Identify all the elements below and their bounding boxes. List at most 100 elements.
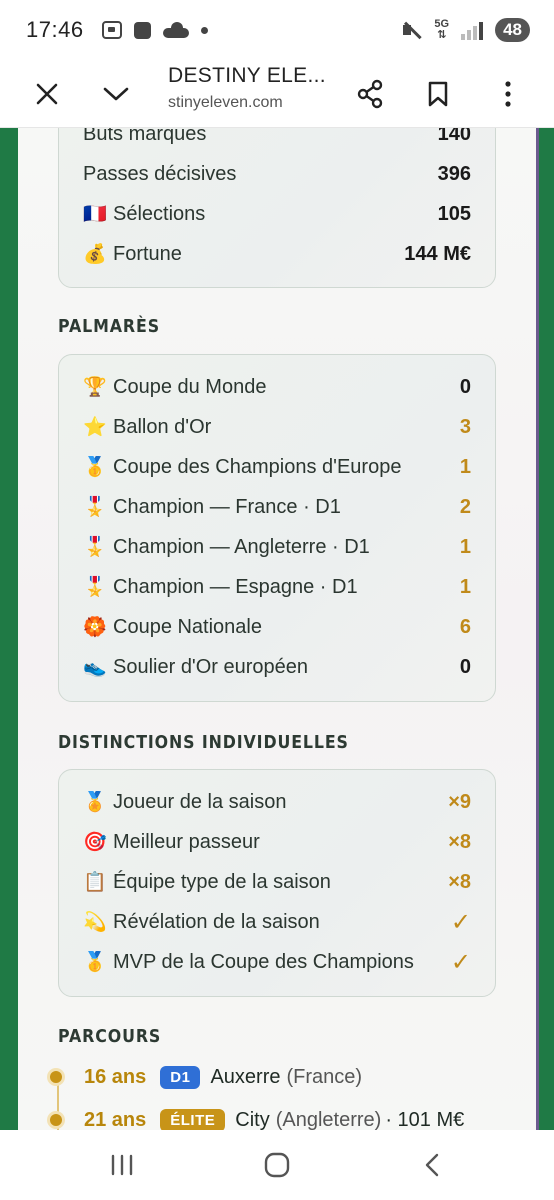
distinction-row: 📋 Équipe type de la saison ×8 (83, 862, 471, 902)
palmares-row: ⭐ Ballon d'Or 3 (83, 407, 471, 447)
stat-label: Buts marqués (83, 128, 207, 145)
navigation-bar (0, 1130, 554, 1200)
club-name: City (235, 1108, 270, 1131)
stat-value: 105 (437, 202, 471, 225)
distinction-row: 🏅 Joueur de la saison ×9 (83, 782, 471, 822)
transfer-fee: · 101 M€ (385, 1108, 465, 1131)
back-button[interactable] (412, 1150, 452, 1180)
share-icon (357, 79, 383, 109)
trophy-icon: 🏆 (83, 377, 107, 398)
status-time: 17:46 (26, 17, 84, 42)
palmares-label: Ballon d'Or (113, 415, 212, 438)
rosette-icon: 🏵️ (83, 617, 107, 638)
clipboard-icon: 📋 (83, 872, 107, 893)
money-bag-icon: 💰 (83, 244, 107, 265)
shoe-icon: 👟 (83, 657, 107, 678)
palmares-row: 🏵️ Coupe Nationale 6 (83, 607, 471, 647)
recent-apps-button[interactable] (102, 1150, 142, 1180)
palmares-row: 🥇 Coupe des Champions d'Europe 1 (83, 447, 471, 487)
close-icon (36, 83, 58, 105)
screenshot-icon (101, 21, 122, 39)
battery-indicator: 48 (495, 18, 530, 42)
palmares-value: 1 (459, 455, 471, 478)
military-medal-icon: 🎖️ (83, 537, 107, 558)
bookmark-icon (428, 81, 448, 107)
bookmark-button[interactable] (418, 74, 458, 114)
parcours-entry: 21 ans ÉLITE City (Angleterre) · 101 M€ (50, 1103, 464, 1130)
distinction-row: 🎯 Meilleur passeur ×8 (83, 822, 471, 862)
palmares-row: 🏆 Coupe du Monde 0 (83, 367, 471, 407)
stat-row-assists: Passes décisives 396 (83, 154, 471, 194)
chevron-down-icon (103, 87, 129, 101)
page-border-left (0, 128, 18, 1130)
stat-value: 140 (437, 128, 471, 145)
more-vertical-icon (505, 81, 511, 107)
gold-medal-icon: 🥇 (83, 457, 107, 478)
palmares-row: 🎖️ Champion — France · D1 2 (83, 487, 471, 527)
military-medal-icon: 🎖️ (83, 497, 107, 518)
stat-value: 396 (437, 162, 471, 185)
distinctions-heading: DISTINCTIONS INDIVIDUELLES (58, 732, 349, 753)
distinction-label: Joueur de la saison (113, 790, 287, 813)
network-type: 5G ⇅ (434, 18, 450, 41)
timeline-dot-icon (50, 1114, 62, 1126)
palmares-value: 1 (459, 575, 471, 598)
france-flag-icon: 🇫🇷 (83, 204, 107, 225)
dizzy-star-icon: 💫 (83, 912, 107, 933)
target-icon: 🎯 (83, 832, 107, 853)
stat-row-goals: Buts marqués 140 (83, 128, 471, 154)
page-border-right (536, 128, 554, 1130)
palmares-value: 6 (459, 615, 471, 638)
palmares-value: 3 (459, 415, 471, 438)
distinction-value: ✓ (450, 948, 471, 976)
url-host: stinyeleven.com (168, 94, 283, 111)
palmares-row: 🎖️ Champion — Angleterre · D1 1 (83, 527, 471, 567)
notification-icons (101, 21, 208, 39)
distinctions-card: 🏅 Joueur de la saison ×9 🎯 Meilleur pass… (58, 769, 496, 997)
star-icon: ⭐ (83, 417, 107, 438)
stat-label: Sélections (113, 202, 206, 225)
palmares-label: Soulier d'Or européen (113, 655, 309, 678)
page-title: DESTINY ELE... (168, 64, 326, 87)
mute-icon (402, 20, 422, 40)
minimize-button[interactable] (96, 74, 136, 114)
palmares-label: Coupe des Champions d'Europe (113, 455, 402, 478)
stat-row-caps: 🇫🇷 Sélections 105 (83, 194, 471, 234)
recent-apps-icon (111, 1154, 133, 1176)
stats-card: Buts marqués 140 Passes décisives 396 🇫🇷… (58, 128, 496, 288)
close-button[interactable] (27, 74, 67, 114)
parcours-heading: PARCOURS (58, 1026, 162, 1047)
parcours-entry: 16 ans D1 Auxerre (France) (50, 1060, 362, 1094)
cloud-icon (162, 22, 189, 38)
distinction-value: ✓ (450, 908, 471, 936)
distinction-label: MVP de la Coupe des Champions (113, 950, 414, 973)
parcours-age: 16 ans (84, 1065, 147, 1088)
app-notification-icon (133, 21, 151, 39)
palmares-value: 1 (459, 535, 471, 558)
distinction-row: 🥇 MVP de la Coupe des Champions ✓ (83, 942, 471, 982)
palmares-label: Champion — France · D1 (113, 495, 341, 518)
distinction-value: ×9 (448, 790, 471, 813)
distinction-label: Révélation de la saison (113, 910, 320, 933)
more-options-button[interactable] (488, 74, 528, 114)
page-content[interactable]: Buts marqués 140 Passes décisives 396 🇫🇷… (18, 128, 536, 1130)
military-medal-icon: 🎖️ (83, 577, 107, 598)
distinction-row: 💫 Révélation de la saison ✓ (83, 902, 471, 942)
share-button[interactable] (350, 74, 390, 114)
palmares-heading: PALMARÈS (58, 316, 160, 337)
signal-icon (461, 20, 484, 40)
more-notifications-dot-icon (200, 26, 208, 34)
stat-row-fortune: 💰 Fortune 144 M€ (83, 234, 471, 274)
palmares-value: 0 (459, 655, 471, 678)
home-icon (264, 1152, 290, 1178)
system-icons: 5G ⇅ 48 (402, 18, 530, 42)
gold-medal-icon: 🥇 (83, 952, 107, 973)
stat-label: Passes décisives (83, 162, 237, 185)
home-button[interactable] (257, 1150, 297, 1180)
url-block[interactable]: DESTINY ELE... stinyeleven.com (168, 64, 338, 112)
club-country: (Angleterre) (275, 1108, 382, 1131)
back-icon (425, 1153, 439, 1177)
palmares-row: 👟 Soulier d'Or européen 0 (83, 647, 471, 687)
timeline-dot-icon (50, 1071, 62, 1083)
palmares-row: 🎖️ Champion — Espagne · D1 1 (83, 567, 471, 607)
